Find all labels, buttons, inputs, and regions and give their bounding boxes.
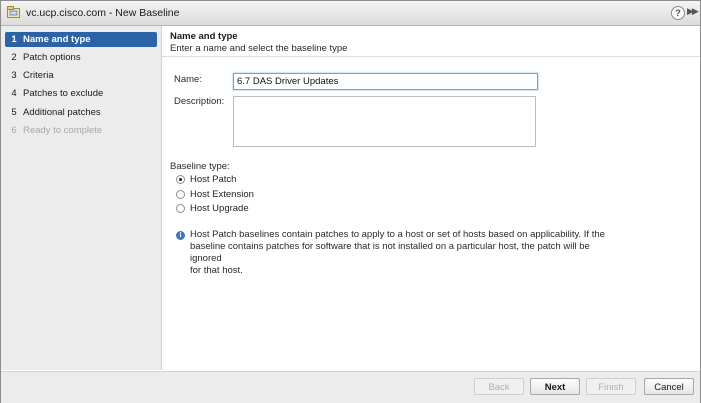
step-number: 6 — [11, 125, 17, 136]
step-label: Patches to exclude — [23, 88, 104, 99]
info-icon: i — [176, 231, 185, 240]
dialog-footer: Back Next Finish Cancel — [1, 371, 700, 403]
step-criteria[interactable]: 3 Criteria — [5, 68, 157, 83]
step-label: Patch options — [23, 52, 81, 63]
page-title: Name and type — [170, 31, 238, 42]
radio-button[interactable] — [176, 204, 185, 213]
step-name-and-type[interactable]: 1 Name and type — [5, 32, 157, 47]
step-number: 2 — [11, 52, 17, 63]
baseline-type-label: Baseline type: — [170, 161, 230, 172]
page-subtitle: Enter a name and select the baseline typ… — [170, 43, 348, 54]
info-message: Host Patch baselines contain patches to … — [190, 229, 610, 277]
info-line: for that host. — [190, 265, 243, 276]
vsphere-window-icon — [7, 6, 20, 18]
step-patch-options[interactable]: 2 Patch options — [5, 50, 157, 65]
window-title: vc.ucp.cisco.com - New Baseline — [26, 7, 180, 19]
back-button[interactable]: Back — [474, 378, 524, 395]
info-line: baseline contains patches for software t… — [190, 241, 590, 264]
step-label: Name and type — [23, 34, 91, 45]
step-number: 5 — [11, 107, 17, 118]
radio-button-checked[interactable] — [176, 175, 185, 184]
step-patches-to-exclude[interactable]: 4 Patches to exclude — [5, 86, 157, 101]
step-additional-patches[interactable]: 5 Additional patches — [5, 105, 157, 120]
step-label: Ready to complete — [23, 125, 103, 136]
title-bar: vc.ucp.cisco.com - New Baseline ? ▶▶ — [1, 1, 700, 26]
double-chevron-right-icon[interactable]: ▶▶ — [687, 6, 699, 17]
finish-button[interactable]: Finish — [586, 378, 636, 395]
step-ready-to-complete: 6 Ready to complete — [5, 123, 157, 138]
radio-button[interactable] — [176, 190, 185, 199]
radio-label: Host Upgrade — [190, 203, 249, 214]
help-icon[interactable]: ? — [671, 6, 685, 20]
step-number: 4 — [11, 88, 17, 99]
step-number: 3 — [11, 70, 17, 81]
header-divider — [162, 56, 700, 57]
new-baseline-dialog: vc.ucp.cisco.com - New Baseline ? ▶▶ 1 N… — [0, 0, 701, 403]
step-number: 1 — [11, 34, 17, 45]
step-label: Additional patches — [23, 107, 101, 118]
wizard-steps-sidebar: 1 Name and type 2 Patch options 3 Criter… — [1, 26, 162, 370]
radio-label: Host Patch — [190, 174, 237, 185]
step-label: Criteria — [23, 70, 54, 81]
next-button[interactable]: Next — [530, 378, 580, 395]
name-label: Name: — [174, 74, 202, 85]
info-line: Host Patch baselines contain patches to … — [190, 229, 605, 240]
cancel-button[interactable]: Cancel — [644, 378, 694, 395]
name-field[interactable] — [233, 73, 538, 90]
description-field[interactable] — [233, 96, 536, 147]
radio-label: Host Extension — [190, 189, 254, 200]
step-content-panel: Name and type Enter a name and select th… — [162, 26, 700, 370]
description-label: Description: — [174, 96, 225, 107]
